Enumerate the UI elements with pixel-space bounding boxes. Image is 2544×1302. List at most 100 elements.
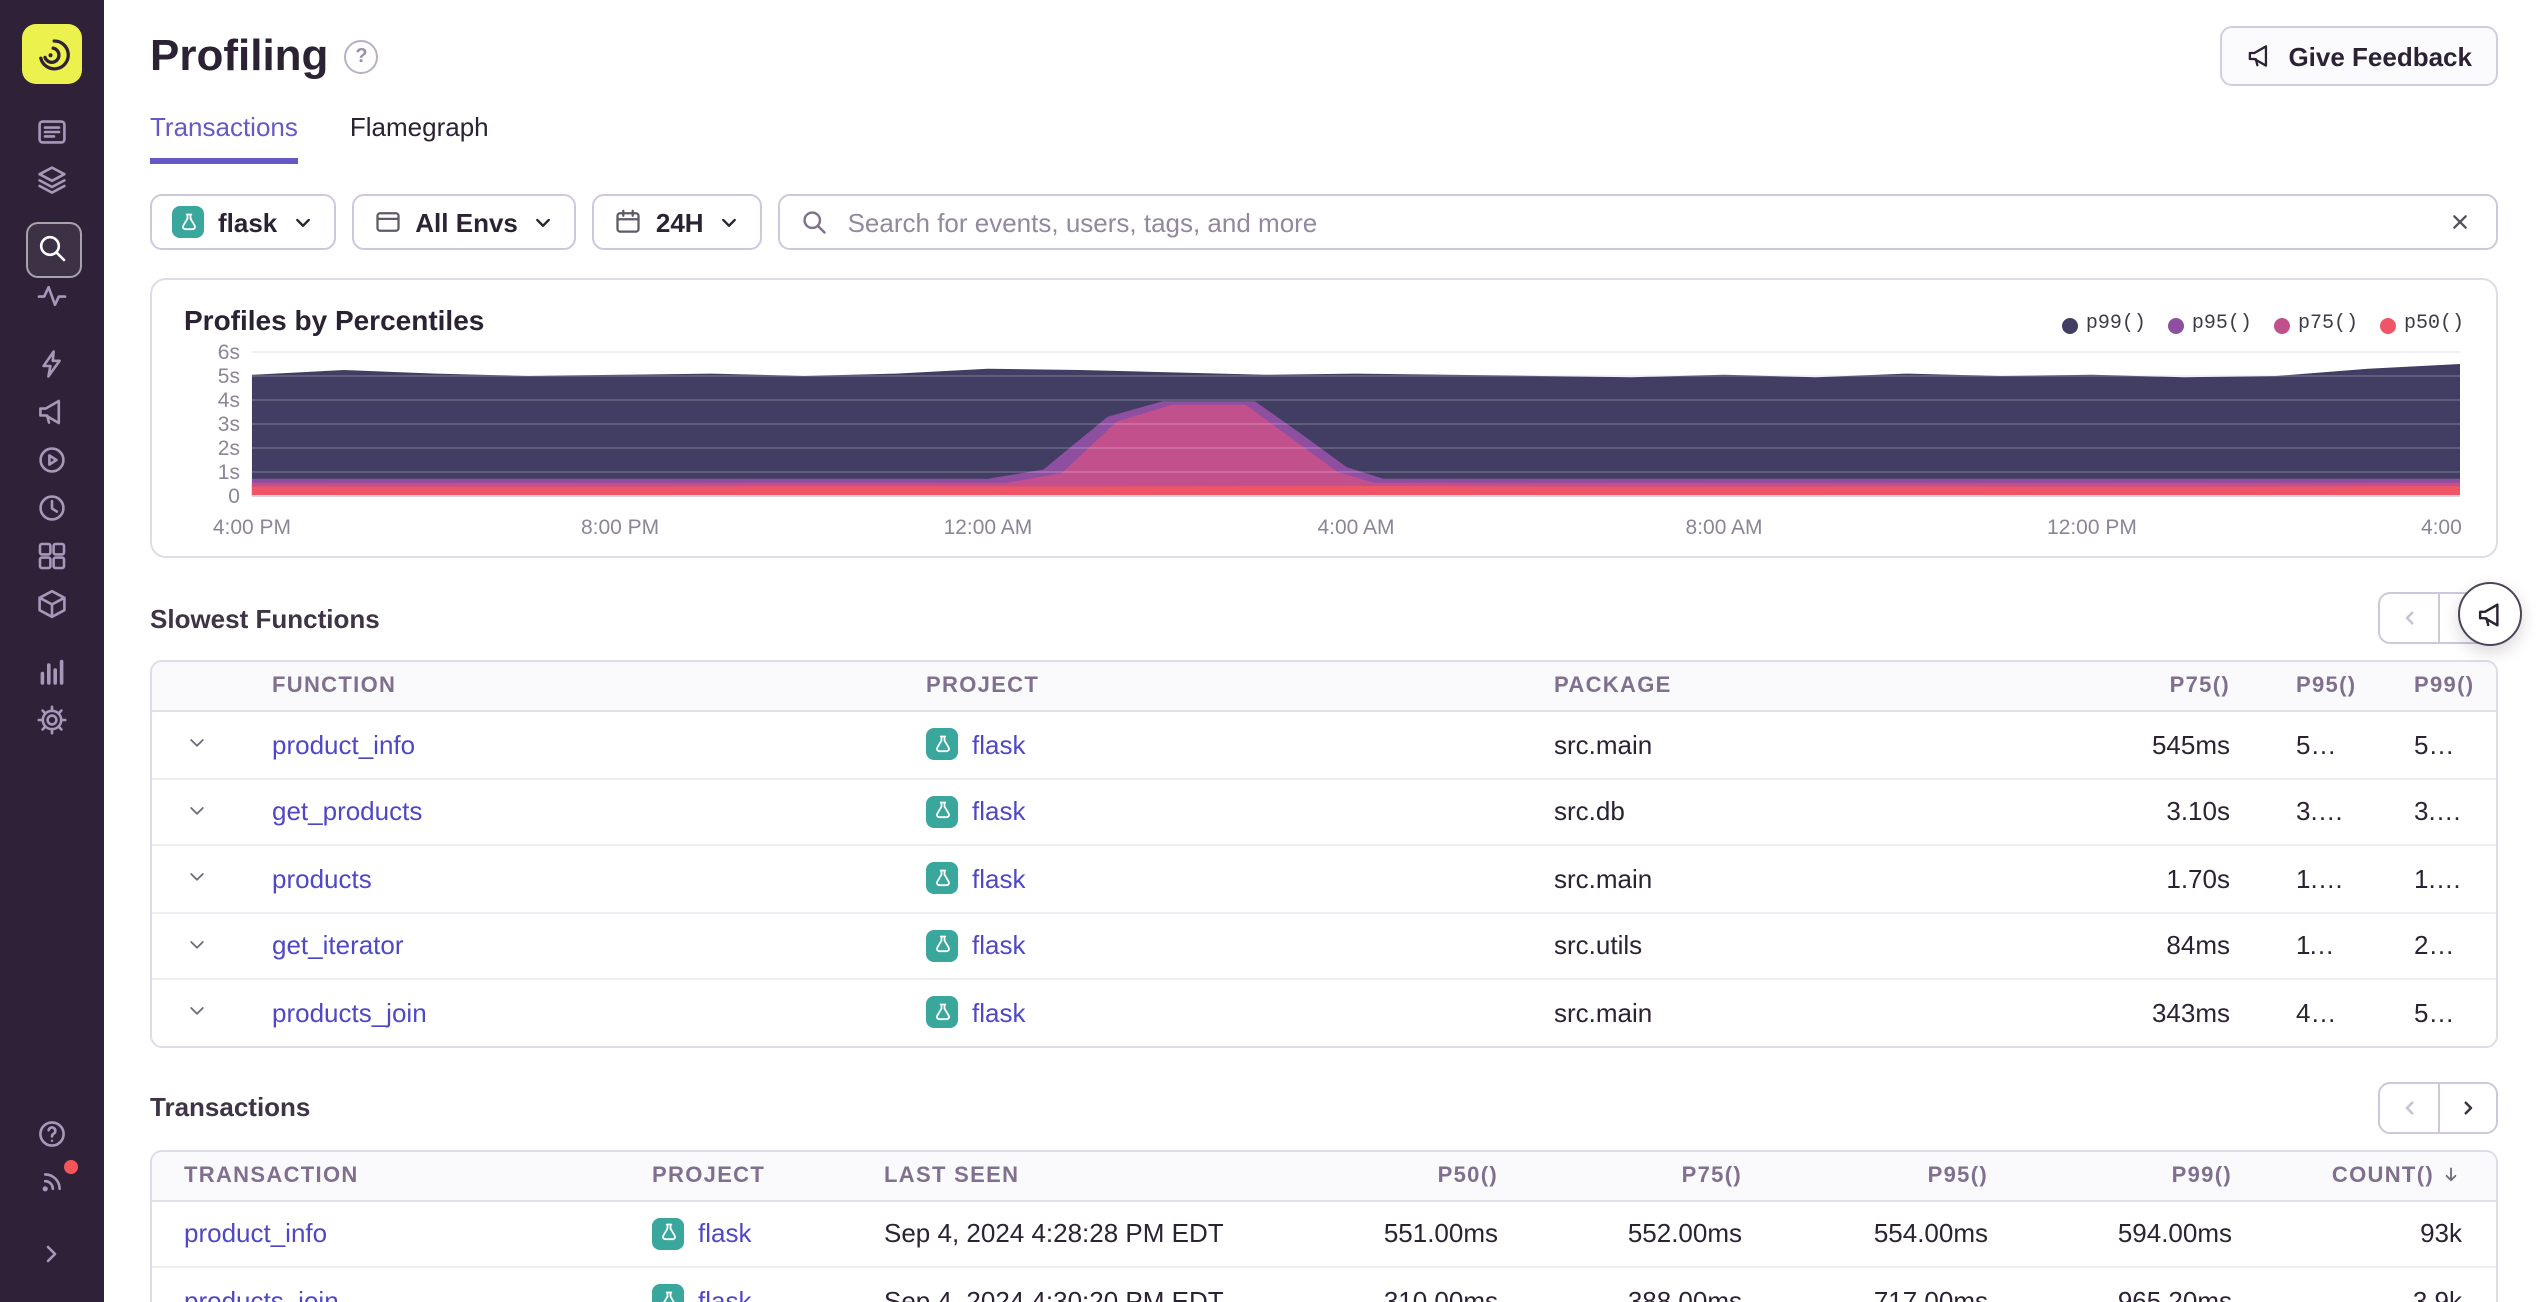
project-link[interactable]: flask bbox=[698, 1285, 751, 1302]
projects-icon bbox=[38, 166, 66, 194]
search-input[interactable] bbox=[843, 205, 2428, 239]
function-link[interactable]: products_join bbox=[272, 998, 427, 1028]
sidebar-item-expand[interactable] bbox=[22, 1230, 82, 1278]
clear-search-icon[interactable] bbox=[2444, 206, 2476, 238]
sidebar-item-settings[interactable] bbox=[22, 696, 82, 744]
package-cell: src.utils bbox=[1522, 911, 2104, 979]
slowest-function-row: get_iterator flask src.utils 84ms 116ms … bbox=[152, 911, 2496, 979]
flask-platform-icon bbox=[926, 728, 958, 760]
svg-text:0: 0 bbox=[228, 485, 240, 508]
tab-flamegraph[interactable]: Flamegraph bbox=[350, 104, 489, 164]
project-link[interactable]: flask bbox=[698, 1218, 751, 1248]
floating-feedback-button[interactable] bbox=[2458, 582, 2522, 646]
date-range-selector[interactable]: 24H bbox=[591, 194, 762, 250]
svg-text:5s: 5s bbox=[218, 365, 240, 388]
project-link[interactable]: flask bbox=[972, 729, 1025, 759]
calendar-icon bbox=[616, 209, 640, 233]
crons-icon bbox=[39, 495, 65, 521]
sidebar-item-feedback[interactable] bbox=[22, 388, 82, 436]
function-link[interactable]: products bbox=[272, 864, 372, 894]
legend-item[interactable]: p75() bbox=[2273, 314, 2358, 336]
filter-bar: flask All Envs 24H bbox=[150, 194, 2498, 250]
chart-title: Profiles by Percentiles bbox=[184, 304, 485, 336]
project-link[interactable]: flask bbox=[972, 796, 1025, 826]
sidebar-item-explore[interactable] bbox=[22, 222, 82, 278]
transactions-pagination bbox=[2378, 1081, 2498, 1133]
sidebar-item-replays[interactable] bbox=[22, 436, 82, 484]
legend-dot bbox=[2167, 317, 2184, 333]
svg-text:2s: 2s bbox=[218, 437, 240, 460]
megaphone-icon bbox=[2249, 45, 2268, 67]
chart-legend: p99() p95() p75() p50() bbox=[2061, 314, 2464, 336]
transaction-row: product_info flask Sep 4, 2024 4:28:28 P… bbox=[152, 1200, 2496, 1267]
expand-row-button[interactable] bbox=[181, 997, 211, 1027]
give-feedback-button[interactable]: Give Feedback bbox=[2220, 26, 2498, 86]
svg-text:3s: 3s bbox=[218, 413, 240, 436]
previous-page-button[interactable] bbox=[2378, 1081, 2438, 1133]
sidebar-item-crons[interactable] bbox=[22, 484, 82, 532]
chevron-down-icon bbox=[721, 217, 736, 226]
slowest-function-row: product_info flask src.main 545ms 549ms … bbox=[152, 711, 2496, 778]
sidebar-item-help[interactable] bbox=[22, 1110, 82, 1158]
sort-descending-icon bbox=[2440, 1163, 2462, 1187]
notification-dot bbox=[62, 1158, 80, 1176]
previous-page-button[interactable] bbox=[2378, 592, 2438, 644]
search-icon bbox=[802, 211, 826, 234]
environment-selector[interactable]: All Envs bbox=[351, 194, 576, 250]
sidebar-item-dashboards[interactable] bbox=[22, 532, 82, 580]
sidebar-separator bbox=[22, 204, 82, 224]
column-header: PROJECT bbox=[620, 1151, 852, 1201]
slowest-function-row: products flask src.main 1.70s 1.78s 1.80… bbox=[152, 844, 2496, 912]
p75-cell: 84ms bbox=[2104, 911, 2264, 979]
project-link[interactable]: flask bbox=[972, 997, 1025, 1027]
sidebar-item-stats[interactable] bbox=[22, 648, 82, 696]
project-link[interactable]: flask bbox=[972, 930, 1025, 960]
sentry-logo[interactable] bbox=[22, 24, 82, 84]
sidebar-item-insights[interactable] bbox=[22, 340, 82, 388]
expand-row-button[interactable] bbox=[181, 930, 211, 960]
sidebar-item-traces[interactable] bbox=[22, 272, 82, 320]
p99-cell: 965.20ms bbox=[2022, 1266, 2266, 1302]
column-header-count-sorted[interactable]: COUNT() bbox=[2266, 1151, 2496, 1201]
next-page-button[interactable] bbox=[2438, 1081, 2498, 1133]
svg-text:6s: 6s bbox=[218, 344, 240, 364]
svg-text:8:00 AM: 8:00 AM bbox=[1686, 516, 1763, 539]
svg-text:4s: 4s bbox=[218, 389, 240, 412]
column-header: P50() bbox=[1292, 1151, 1532, 1201]
sidebar-item-whats-new[interactable] bbox=[22, 1158, 82, 1206]
traces-icon bbox=[37, 285, 67, 307]
project-link[interactable]: flask bbox=[972, 863, 1025, 893]
sidebar-item-projects[interactable] bbox=[22, 156, 82, 204]
insights-icon bbox=[42, 350, 61, 378]
p75-cell: 343ms bbox=[2104, 978, 2264, 1045]
project-selector[interactable]: flask bbox=[150, 194, 336, 250]
help-icon bbox=[39, 1121, 65, 1147]
chevron-down-icon bbox=[295, 217, 310, 226]
expand-row-button[interactable] bbox=[181, 863, 211, 893]
app-root: Profiling ? Give Feedback Transactions F… bbox=[0, 0, 2544, 1302]
p75-cell: 1.70s bbox=[2104, 844, 2264, 912]
svg-text:1s: 1s bbox=[218, 461, 240, 484]
p95-cell: 483ms bbox=[2264, 978, 2382, 1045]
tab-transactions[interactable]: Transactions bbox=[150, 104, 298, 164]
svg-text:4:00 PM: 4:00 PM bbox=[213, 516, 291, 539]
p95-cell: 554.00ms bbox=[1873, 1218, 1988, 1249]
slowest-function-row: get_products flask src.db 3.10s 3.21s 3.… bbox=[152, 777, 2496, 845]
legend-item[interactable]: p50() bbox=[2379, 314, 2464, 336]
function-link[interactable]: get_iterator bbox=[272, 931, 404, 961]
function-link[interactable]: product_info bbox=[272, 730, 415, 760]
sidebar-item-issues[interactable] bbox=[22, 108, 82, 156]
expand-row-button[interactable] bbox=[181, 729, 211, 759]
tab-bar: Transactions Flamegraph bbox=[150, 104, 2498, 164]
help-question-icon[interactable]: ? bbox=[344, 39, 379, 73]
dashboards-icon bbox=[38, 542, 66, 570]
transaction-link[interactable]: product_info bbox=[184, 1219, 327, 1249]
sidebar-item-releases[interactable] bbox=[22, 580, 82, 628]
function-cell: products bbox=[240, 844, 894, 912]
legend-item[interactable]: p99() bbox=[2061, 314, 2146, 336]
expand-row-button[interactable] bbox=[181, 796, 211, 826]
function-link[interactable]: get_products bbox=[272, 797, 422, 827]
svg-text:8:00 PM: 8:00 PM bbox=[581, 516, 659, 539]
transaction-link[interactable]: products_join bbox=[184, 1286, 339, 1302]
legend-item[interactable]: p95() bbox=[2167, 314, 2252, 336]
